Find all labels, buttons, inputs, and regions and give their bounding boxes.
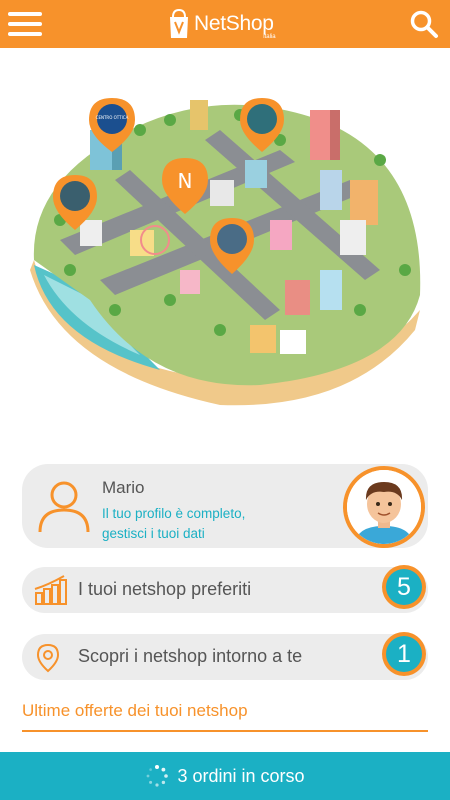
location-pin-icon: [36, 643, 60, 673]
avatar-illustration: [347, 470, 421, 544]
logo-text: NetShop: [194, 12, 274, 35]
profile-status: Il tuo profilo è completo, gestisci i tu…: [102, 504, 292, 544]
orders-bar[interactable]: 3 ordini in corso: [0, 752, 450, 800]
bar-chart-icon: [34, 575, 67, 605]
profile-status-line1: Il tuo profilo è completo,: [102, 506, 246, 521]
orders-content: 3 ordini in corso: [0, 752, 450, 800]
logo-subtext: italia: [263, 34, 276, 40]
avatar-image: [347, 470, 421, 544]
orders-label: 3 ordini in corso: [177, 765, 305, 786]
favorites-count-badge: 5: [382, 565, 426, 609]
offers-divider: [22, 730, 428, 732]
favorites-count: 5: [386, 569, 422, 605]
pin-label-centro-ottica: CENTRO OTTICA: [96, 115, 129, 120]
app-logo: NetShop italia: [168, 6, 276, 42]
nearby-count-badge: 1: [382, 632, 426, 676]
profile-status-line2: gestisci i tuoi dati: [102, 526, 205, 541]
user-name: Mario: [102, 478, 145, 497]
shopping-bag-icon: [170, 8, 188, 38]
city-map-illustration[interactable]: CENTRO OTTICA N: [20, 70, 430, 420]
hamburger-icon[interactable]: [6, 8, 44, 40]
favorites-card[interactable]: I tuoi netshop preferiti 5: [22, 565, 428, 613]
offers-title[interactable]: Ultime offerte dei tuoi netshop: [22, 701, 248, 721]
nearby-count: 1: [386, 636, 422, 672]
avatar[interactable]: [343, 466, 425, 548]
top-bar: NetShop italia: [0, 0, 450, 48]
nearby-card[interactable]: Scopri i netshop intorno a te 1: [22, 632, 428, 680]
search-icon[interactable]: [408, 8, 440, 40]
pin-letter: N: [178, 169, 193, 193]
favorites-label: I tuoi netshop preferiti: [78, 579, 252, 599]
nearby-label: Scopri i netshop intorno a te: [78, 646, 303, 666]
spinner-icon: [147, 765, 169, 787]
user-outline-icon: [38, 481, 90, 533]
